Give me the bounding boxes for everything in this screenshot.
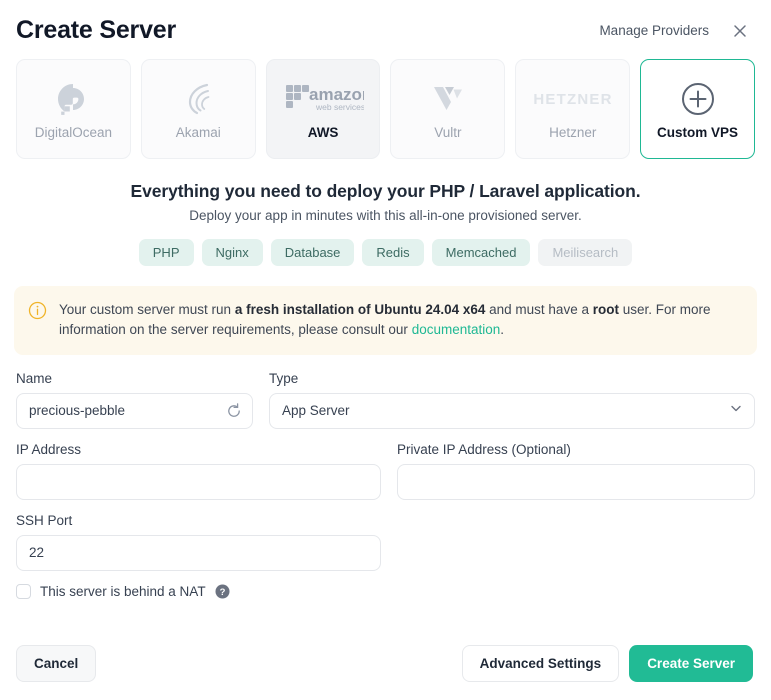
server-form: Name Type App Server — [0, 355, 771, 646]
header-actions: Manage Providers — [599, 22, 749, 40]
field-spacer — [397, 513, 755, 571]
ip-address-input-wrap — [16, 463, 381, 500]
feature-tag-list: PHP Nginx Database Redis Memcached Meili… — [20, 239, 751, 266]
field-type: Type App Server — [269, 371, 755, 429]
cancel-button[interactable]: Cancel — [16, 645, 97, 682]
requirements-alert: Your custom server must run a fresh inst… — [14, 286, 757, 355]
refresh-icon[interactable] — [226, 402, 242, 419]
type-select-wrap: App Server — [269, 392, 755, 429]
question-circle-icon[interactable]: ? — [215, 584, 230, 599]
alert-text-part1: Your custom server must run — [59, 302, 235, 317]
nat-checkbox-label: This server is behind a NAT — [40, 583, 206, 599]
feature-tag-memcached: Memcached — [431, 239, 531, 266]
field-name: Name — [16, 371, 253, 429]
pitch-heading: Everything you need to deploy your PHP /… — [130, 181, 641, 201]
form-row-ssh-port: SSH Port — [16, 513, 755, 571]
provider-card-vultr[interactable]: Vultr — [390, 59, 506, 159]
alert-bold-ubuntu: a fresh installation of Ubuntu 24.04 x64 — [234, 302, 486, 317]
hetzner-logo: HETZNER — [528, 78, 618, 120]
field-ip-address: IP Address — [16, 442, 381, 500]
close-icon[interactable] — [731, 22, 749, 40]
field-ssh-port: SSH Port — [16, 513, 381, 571]
svg-text:web services: web services — [315, 102, 364, 112]
provider-card-custom-vps[interactable]: Custom VPS — [640, 59, 755, 159]
provider-card-digitalocean[interactable]: DigitalOcean — [16, 59, 131, 159]
feature-tag-nginx: Nginx — [201, 239, 263, 266]
modal-footer: Cancel Advanced Settings Create Server — [0, 645, 771, 700]
name-input[interactable] — [16, 392, 253, 429]
label-private-ip-address: Private IP Address (Optional) — [397, 441, 571, 457]
form-row-ips: IP Address Private IP Address (Optional) — [16, 442, 755, 500]
ip-address-input[interactable] — [16, 463, 381, 500]
field-private-ip-address: Private IP Address (Optional) — [397, 442, 755, 500]
aws-logo: amazon web services — [282, 78, 364, 120]
create-server-modal: Create Server Manage Providers DigitalOc… — [0, 0, 771, 700]
modal-header: Create Server Manage Providers — [0, 0, 771, 55]
label-ssh-port: SSH Port — [16, 512, 73, 528]
requirements-alert-text: Your custom server must run a fresh inst… — [59, 300, 741, 341]
ssh-port-input[interactable] — [16, 534, 381, 571]
label-type: Type — [269, 370, 299, 386]
provider-card-aws[interactable]: amazon web services AWS — [265, 59, 381, 159]
pitch-subheading: Deploy your app in minutes with this all… — [189, 208, 582, 223]
feature-tag-meilisearch: Meilisearch — [538, 239, 633, 266]
vultr-logo — [428, 78, 468, 120]
alert-text-part2: and must have a — [485, 302, 593, 317]
private-ip-address-input-wrap — [397, 463, 755, 500]
provider-name: Hetzner — [549, 125, 597, 140]
label-name: Name — [16, 370, 53, 386]
footer-primary-actions: Advanced Settings Create Server — [461, 645, 753, 682]
name-input-wrap — [16, 392, 253, 429]
advanced-settings-button[interactable]: Advanced Settings — [461, 645, 620, 682]
info-circle-icon — [28, 301, 47, 325]
akamai-logo — [177, 78, 219, 120]
nat-checkbox-row: This server is behind a NAT ? — [16, 583, 755, 599]
ssh-port-input-wrap — [16, 534, 381, 571]
plus-circle-icon — [679, 78, 717, 120]
digitalocean-logo — [53, 78, 93, 120]
create-server-button[interactable]: Create Server — [629, 645, 753, 682]
pitch-section: Everything you need to deploy your PHP /… — [0, 159, 771, 266]
type-select-value: App Server — [282, 403, 350, 418]
page-title: Create Server — [16, 16, 177, 44]
provider-name: AWS — [307, 125, 339, 140]
alert-bold-root: root — [592, 302, 619, 317]
documentation-link[interactable]: documentation — [412, 322, 501, 337]
provider-card-akamai[interactable]: Akamai — [140, 59, 256, 159]
label-ip-address: IP Address — [16, 441, 82, 457]
svg-text:HETZNER: HETZNER — [533, 91, 612, 108]
svg-text:?: ? — [219, 587, 225, 598]
provider-list: DigitalOcean Akamai amazo web services A… — [0, 55, 771, 159]
feature-tag-php: PHP — [138, 239, 194, 266]
feature-tag-redis: Redis — [362, 239, 424, 266]
provider-name: Custom VPS — [657, 125, 739, 140]
provider-name: DigitalOcean — [34, 125, 113, 140]
alert-text-part4: . — [500, 322, 505, 338]
private-ip-address-input[interactable] — [397, 463, 755, 500]
provider-card-hetzner[interactable]: HETZNER Hetzner — [515, 59, 631, 159]
feature-tag-database: Database — [270, 239, 355, 266]
provider-name: Akamai — [175, 125, 221, 140]
provider-name: Vultr — [434, 125, 462, 140]
nat-checkbox[interactable] — [16, 583, 31, 599]
form-row-name-type: Name Type App Server — [16, 371, 755, 429]
type-select[interactable]: App Server — [269, 392, 755, 429]
manage-providers-link[interactable]: Manage Providers — [599, 23, 709, 38]
